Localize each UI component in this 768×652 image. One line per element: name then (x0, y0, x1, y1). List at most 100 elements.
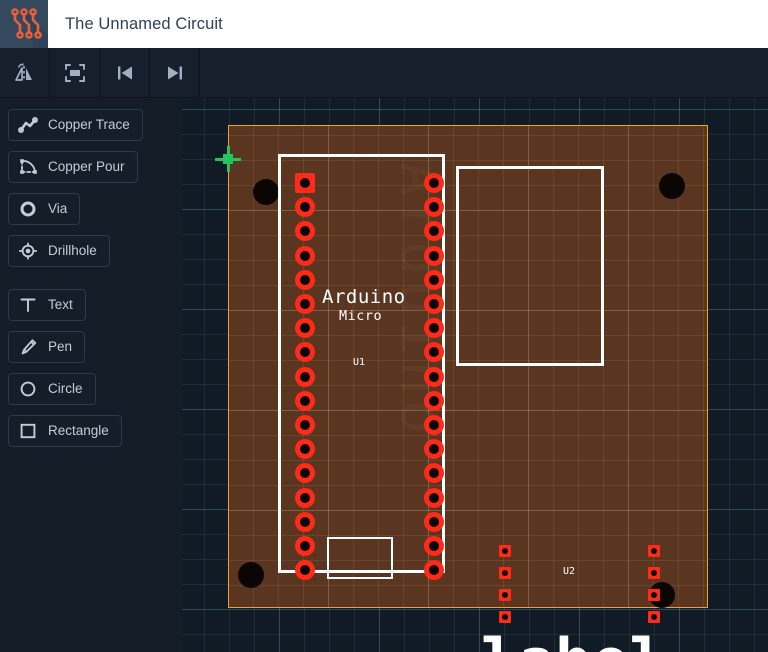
pad-drill-hole (300, 202, 310, 213)
tool-pen[interactable]: Pen (8, 331, 86, 363)
u1-pad[interactable] (424, 366, 444, 387)
u2-pad[interactable] (648, 611, 660, 623)
u1-pad[interactable] (424, 269, 444, 290)
pad-drill-hole (429, 395, 439, 406)
u1-pad[interactable] (424, 511, 444, 532)
tool-label: Drillhole (48, 243, 97, 259)
mounting-hole[interactable] (238, 562, 264, 588)
pad-drill-hole (429, 299, 439, 309)
pad-drill-hole (300, 395, 310, 406)
pcb-canvas[interactable]: Arduino Arduino Micro U1 U2 label (182, 98, 768, 652)
u1-connector-outline[interactable] (327, 537, 393, 579)
u1-pad[interactable] (424, 390, 444, 411)
u2-pad[interactable] (648, 589, 660, 601)
tool-label: Copper Pour (48, 159, 125, 175)
pad-drill-hole (300, 178, 310, 188)
u1-pad[interactable] (295, 536, 315, 556)
board-label: label (481, 626, 667, 652)
pad-drill-hole (502, 614, 508, 620)
pad-drill-hole (429, 516, 439, 527)
pad-drill-hole (300, 250, 310, 261)
tool-label: Rectangle (48, 423, 109, 439)
fit-to-screen-icon (64, 63, 85, 82)
pen-icon (17, 337, 39, 357)
u1-pad[interactable] (295, 560, 315, 581)
pad-drill-hole (300, 274, 310, 285)
u1-pad[interactable] (295, 245, 315, 266)
u2-reference: U2 (563, 566, 576, 577)
pad-drill-hole (429, 371, 439, 382)
u1-pad[interactable] (424, 487, 444, 508)
u2-pad[interactable] (499, 589, 511, 601)
via-icon (17, 199, 39, 219)
pad-drill-hole (429, 444, 439, 455)
tool-label: Circle (48, 381, 83, 397)
pad-drill-hole (429, 202, 439, 213)
pad-drill-hole (429, 541, 439, 551)
page-title: The Unnamed Circuit (65, 14, 223, 33)
pad-drill-hole (502, 548, 508, 554)
u1-pad[interactable] (295, 415, 315, 435)
rectangle-icon (17, 421, 39, 441)
pad-drill-hole (429, 178, 439, 188)
pad-drill-hole (300, 541, 310, 551)
next-button[interactable] (150, 48, 200, 97)
u2-pad[interactable] (499, 611, 511, 623)
tool-label: Pen (48, 339, 73, 355)
pad-drill-hole (651, 592, 657, 598)
u3-silkscreen-outline[interactable] (456, 166, 604, 366)
tool-text[interactable]: Text (8, 289, 86, 321)
mounting-hole[interactable] (659, 173, 685, 199)
u1-pad[interactable] (424, 536, 444, 556)
pad-drill-hole (429, 347, 439, 358)
fit-to-screen-button[interactable] (50, 48, 100, 97)
tool-via[interactable]: Via (8, 193, 81, 225)
pad-drill-hole (502, 592, 508, 598)
tool-label: Via (48, 201, 68, 217)
pcb-editor-window: The Unnamed Circuit Copper Trace Copper … (0, 0, 768, 652)
pad-drill-hole (300, 371, 310, 382)
pad-drill-hole (502, 570, 508, 576)
previous-button[interactable] (100, 48, 150, 97)
pad-drill-hole (429, 274, 439, 285)
u1-pad[interactable] (424, 415, 444, 435)
tool-rectangle[interactable]: Rectangle (8, 415, 122, 447)
pad-drill-hole (651, 548, 657, 554)
tool-label: Text (48, 297, 73, 313)
tool-circle[interactable]: Circle (8, 373, 96, 405)
flip-board-button[interactable] (0, 48, 50, 97)
tool-copper-trace[interactable]: Copper Trace (8, 109, 143, 141)
u2-pad[interactable] (499, 545, 511, 557)
u1-pad[interactable] (295, 366, 315, 387)
app-logo[interactable] (0, 0, 48, 48)
pad-drill-hole (429, 323, 439, 334)
pad-drill-hole (429, 565, 439, 576)
u1-pad[interactable] (295, 269, 315, 290)
skip-next-icon (167, 66, 182, 79)
u1-pad[interactable] (295, 390, 315, 411)
u1-pad[interactable] (424, 560, 444, 581)
pad-drill-hole (300, 323, 310, 334)
u1-pad[interactable] (295, 487, 315, 508)
u1-pad[interactable] (295, 294, 315, 314)
pad-drill-hole (429, 226, 439, 237)
pad-drill-hole (429, 250, 439, 261)
tool-drillhole[interactable]: Drillhole (8, 235, 110, 267)
title-bar: The Unnamed Circuit (0, 0, 768, 48)
pad-drill-hole (300, 468, 310, 479)
u1-pad[interactable] (295, 511, 315, 532)
u2-pad[interactable] (648, 567, 660, 579)
pad-drill-hole (300, 492, 310, 503)
u2-pad[interactable] (648, 545, 660, 557)
mounting-hole[interactable] (253, 179, 279, 205)
sidebar-group-divider (0, 277, 182, 289)
board-outline[interactable]: Arduino Arduino Micro U1 U2 label (228, 125, 708, 652)
circle-icon (17, 379, 39, 399)
pad-drill-hole (651, 614, 657, 620)
u1-pad[interactable] (424, 173, 444, 193)
tool-copper-pour[interactable]: Copper Pour (8, 151, 138, 183)
u1-pad[interactable] (424, 245, 444, 266)
u2-pad[interactable] (499, 567, 511, 579)
u1-pad[interactable] (424, 294, 444, 314)
u1-pad-pin1[interactable] (295, 173, 315, 193)
